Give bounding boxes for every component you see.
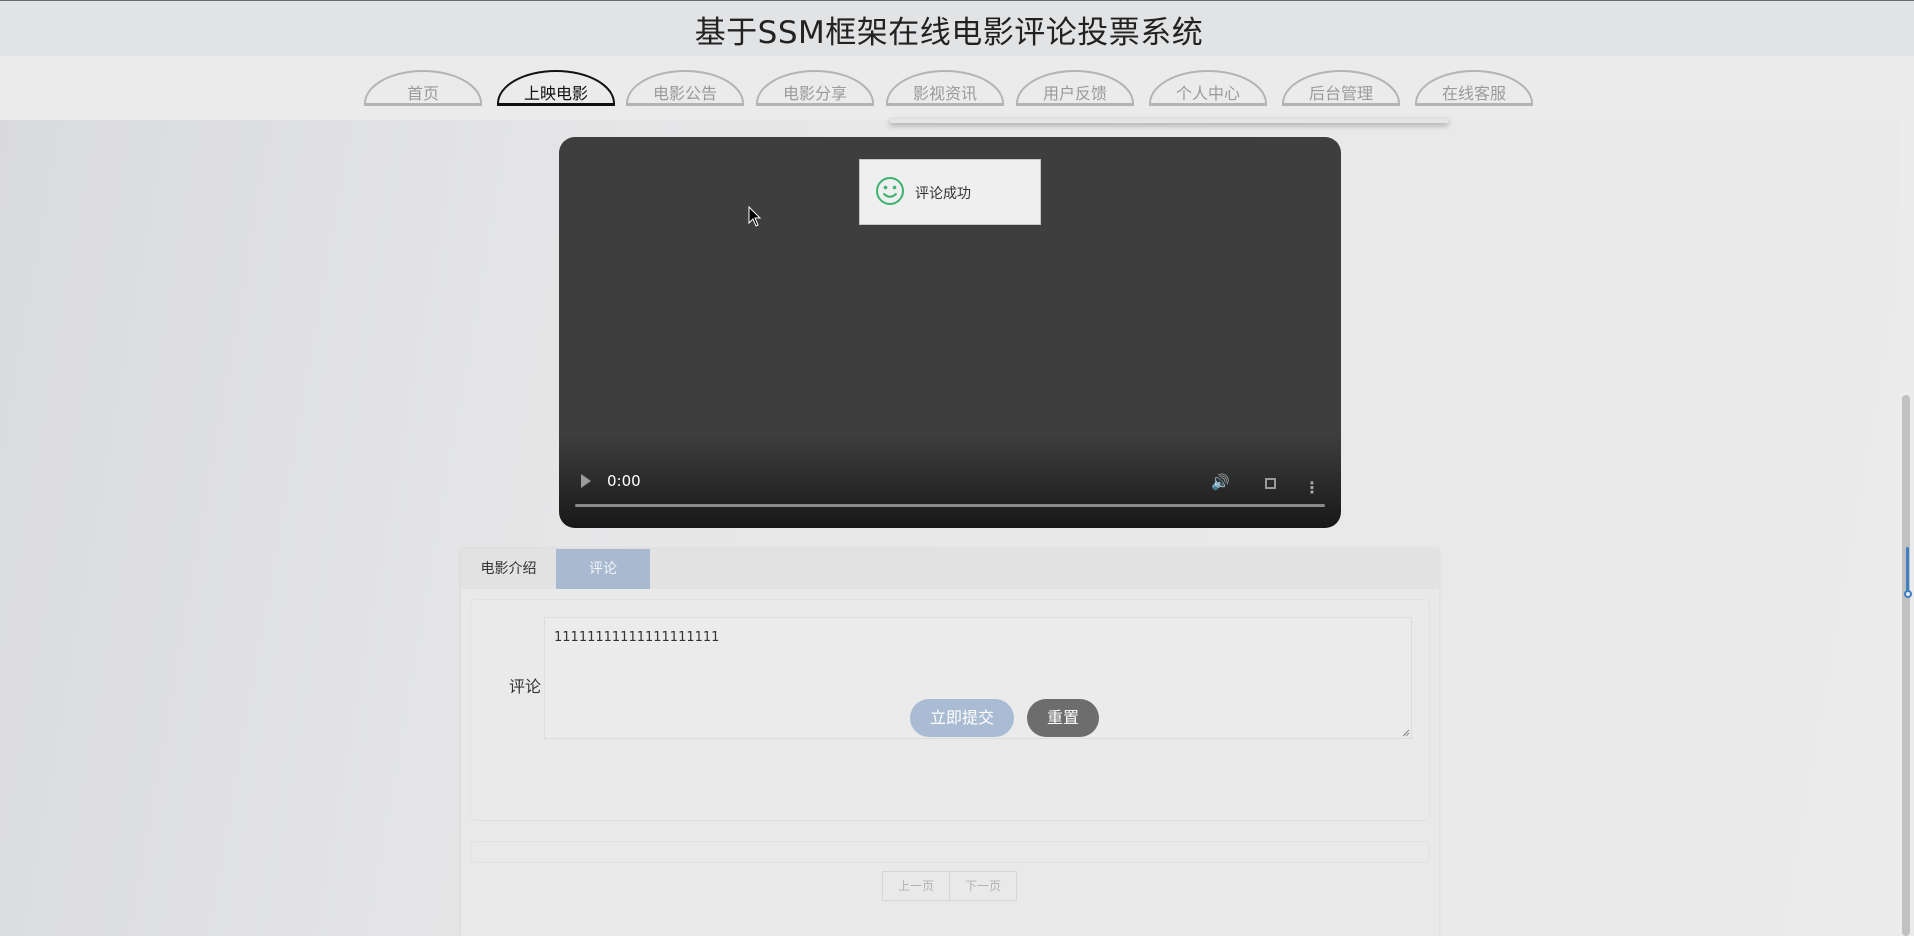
resize-grip-icon[interactable]: [1401, 728, 1410, 737]
pagination: 上一页 下一页: [882, 871, 1017, 901]
detail-tabbar: 电影介绍 评论: [461, 549, 1439, 589]
video-progress-track[interactable]: [575, 504, 1325, 507]
scrollbar-thumb[interactable]: [1902, 395, 1910, 936]
submit-button[interactable]: 立即提交: [910, 699, 1014, 737]
nav-dropdown-shadow: [890, 119, 1448, 123]
play-icon[interactable]: [581, 474, 591, 488]
smile-icon: [876, 177, 904, 205]
reset-button[interactable]: 重置: [1027, 699, 1099, 737]
next-page-button[interactable]: 下一页: [950, 872, 1016, 900]
success-toast: 评论成功: [859, 159, 1041, 225]
header-bar: 基于SSM框架在线电影评论投票系统: [0, 0, 1914, 57]
comment-list: [470, 841, 1430, 863]
toast-message: 评论成功: [915, 186, 971, 202]
site-title: 基于SSM框架在线电影评论投票系统: [694, 15, 1204, 51]
comment-label: 评论: [509, 677, 542, 696]
tab-intro[interactable]: 电影介绍: [461, 549, 556, 589]
prev-page-button[interactable]: 上一页: [883, 872, 950, 900]
volume-icon[interactable]: 🔊: [1211, 473, 1230, 491]
video-time: 0:00: [607, 472, 641, 490]
scrollbar-handle-icon[interactable]: [1904, 590, 1912, 598]
mouse-cursor-icon: [748, 206, 762, 227]
tab-comment[interactable]: 评论: [556, 549, 650, 589]
fullscreen-icon[interactable]: [1265, 478, 1276, 489]
more-options-icon[interactable]: ⋮: [1304, 480, 1320, 496]
